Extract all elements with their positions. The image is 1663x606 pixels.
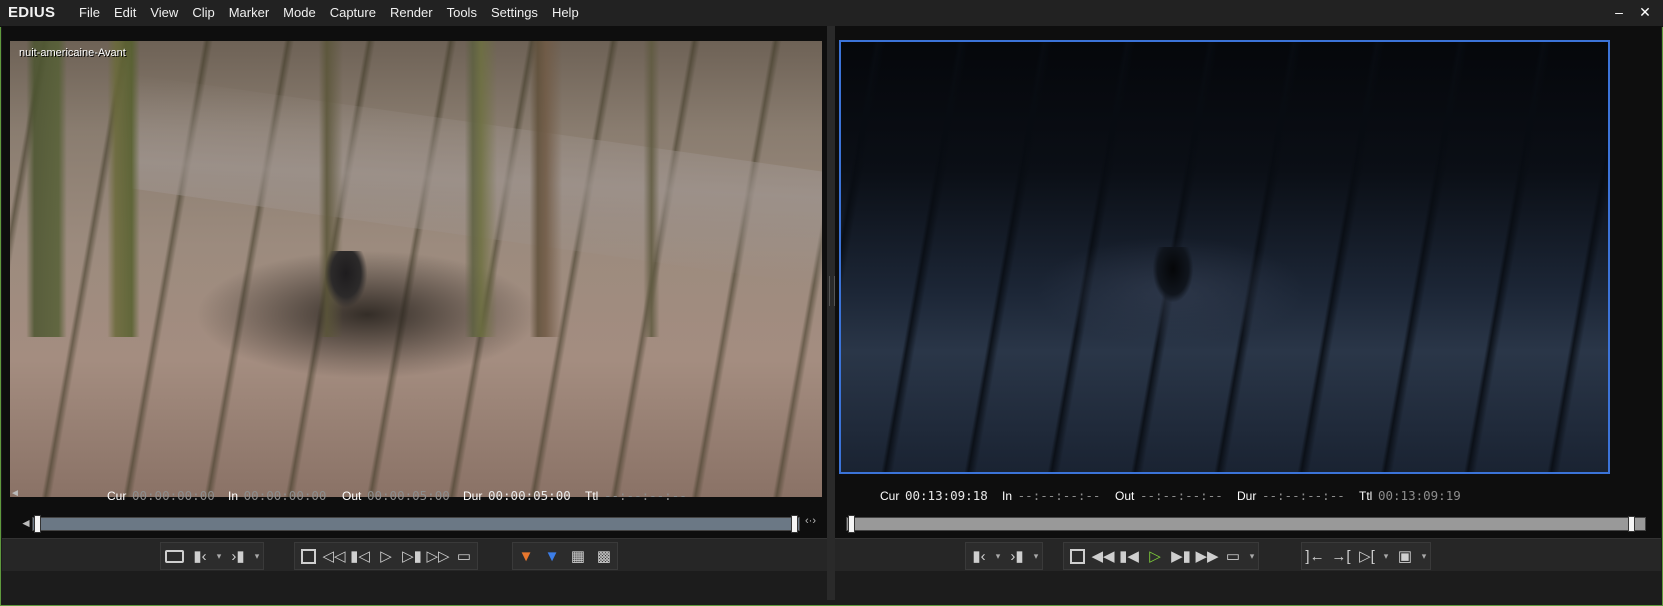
recorder-dur: Dur --:--:--:-- [1237, 488, 1345, 503]
menu-edit[interactable]: Edit [107, 0, 143, 26]
prev-edit-icon[interactable]: ]← [1302, 544, 1328, 568]
match-frame-icon[interactable]: ▩ [591, 544, 617, 568]
set-in-icon[interactable]: ▮‹ [187, 544, 213, 568]
menu-render[interactable]: Render [383, 0, 440, 26]
play-icon[interactable]: ▷ [1142, 544, 1168, 568]
recorder-timecodes: Cur 00:13:09:18 In --:--:--:-- Out --:--… [835, 486, 1661, 504]
window-controls: – ✕ [1611, 4, 1653, 21]
app-logo: EDIUS [8, 4, 56, 21]
loop-icon[interactable]: ▭ [451, 544, 477, 568]
chevron-down-icon[interactable]: ▾ [213, 544, 225, 568]
menu-mode[interactable]: Mode [276, 0, 323, 26]
player-cur: Cur 00:00:00:00 [107, 488, 215, 503]
recorder-video[interactable] [839, 40, 1610, 474]
menu-view[interactable]: View [143, 0, 185, 26]
chevron-down-icon[interactable]: ▾ [1380, 544, 1392, 568]
player-dur: Dur 00:00:05:00 [463, 488, 571, 503]
step-forward-icon[interactable]: ▷▮ [399, 544, 425, 568]
set-out-icon[interactable]: ›▮ [225, 544, 251, 568]
step-forward-icon[interactable]: ▶▮ [1168, 544, 1194, 568]
step-back-icon[interactable]: ▮◀ [1116, 544, 1142, 568]
player-timecodes: ◄ Cur 00:00:00:00 In 00:00:00:00 Out 00:… [2, 486, 827, 504]
menu-marker[interactable]: Marker [222, 0, 276, 26]
player-scrub-handle[interactable] [34, 515, 41, 533]
recorder-edit-group: ]← →[ ▷[ ▾ ▣ ▾ [1301, 542, 1431, 570]
fast-forward-icon[interactable]: ▷▷ [425, 544, 451, 568]
jog-icon[interactable]: ‹·› [805, 515, 816, 527]
menu-help[interactable]: Help [545, 0, 586, 26]
player-out: Out 00:00:05:00 [342, 488, 450, 503]
stop-icon[interactable] [1064, 544, 1090, 568]
recorder-scrub-handle[interactable] [1628, 516, 1635, 532]
menu-file[interactable]: File [72, 0, 107, 26]
player-clip-group: ▮‹ ▾ ›▮ ▾ [160, 542, 264, 570]
close-icon[interactable]: ✕ [1637, 4, 1653, 21]
stop-icon[interactable] [295, 544, 321, 568]
recorder-in: In --:--:--:-- [1002, 488, 1101, 503]
menu: File Edit View Clip Marker Mode Capture … [72, 0, 586, 26]
player-ttl: Ttl --:--:--:-- [585, 488, 687, 503]
next-edit-icon[interactable]: →[ [1328, 544, 1354, 568]
play-icon[interactable]: ▷ [373, 544, 399, 568]
menu-tools[interactable]: Tools [440, 0, 484, 26]
export-icon[interactable]: ▣ [1392, 544, 1418, 568]
player-scrub-bar[interactable]: ◄ [20, 512, 800, 533]
recorder-mark-group: ▮‹ ▾ ›▮ ▾ [965, 542, 1043, 570]
player-scrub-track[interactable] [32, 517, 800, 531]
insert-icon[interactable]: ▼ [513, 544, 539, 568]
rewind-icon[interactable]: ◁◁ [321, 544, 347, 568]
recorder-out: Out --:--:--:-- [1115, 488, 1223, 503]
recorder-scrub-track[interactable] [846, 517, 1646, 531]
menu-bar: EDIUS File Edit View Clip Marker Mode Ca… [0, 0, 1663, 27]
player-video[interactable]: nuit-americaine-Avant [10, 41, 822, 497]
recorder-ttl: Ttl 00:13:09:19 [1359, 488, 1461, 503]
set-out-icon[interactable]: ›▮ [1004, 544, 1030, 568]
step-back-icon[interactable]: ▮◁ [347, 544, 373, 568]
panel-divider[interactable] [827, 26, 835, 600]
chevron-down-icon[interactable]: ▾ [1418, 544, 1430, 568]
player-playback-group: ◁◁ ▮◁ ▷ ▷▮ ▷▷ ▭ [294, 542, 478, 570]
player-transport: ▮‹ ▾ ›▮ ▾ ◁◁ ▮◁ ▷ ▷▮ ▷▷ ▭ ▼ ▼ ▦ ▩ [2, 538, 827, 571]
chevron-down-icon[interactable]: ▾ [1246, 544, 1258, 568]
menu-capture[interactable]: Capture [323, 0, 383, 26]
chevron-down-icon[interactable]: ▾ [1030, 544, 1042, 568]
player-in: In 00:00:00:00 [228, 488, 327, 503]
player-out-handle[interactable] [791, 515, 798, 533]
recorder-panel: Cur 00:13:09:18 In --:--:--:-- Out --:--… [835, 26, 1661, 538]
recorder-scrub-start[interactable] [848, 515, 855, 533]
dog-figure [325, 251, 367, 307]
add-to-bin-icon[interactable]: ▦ [565, 544, 591, 568]
set-in-icon[interactable]: ▮‹ [966, 544, 992, 568]
recorder-transport: ▮‹ ▾ ›▮ ▾ ◀◀ ▮◀ ▷ ▶▮ ▶▶ ▭ ▾ ]← →[ ▷[ ▾ ▣… [835, 538, 1661, 571]
chevron-down-icon[interactable]: ▾ [992, 544, 1004, 568]
menu-clip[interactable]: Clip [185, 0, 221, 26]
dog-figure [1153, 247, 1193, 302]
chevron-down-icon[interactable]: ▾ [251, 544, 263, 568]
menu-settings[interactable]: Settings [484, 0, 545, 26]
marker-icon[interactable]: ◄ [10, 488, 20, 499]
cut-point-icon[interactable]: ▷[ [1354, 544, 1380, 568]
overwrite-icon[interactable]: ▼ [539, 544, 565, 568]
recorder-cur: Cur 00:13:09:18 [880, 488, 988, 503]
fast-forward-icon[interactable]: ▶▶ [1194, 544, 1220, 568]
recorder-playback-group: ◀◀ ▮◀ ▷ ▶▮ ▶▶ ▭ ▾ [1063, 542, 1259, 570]
scrub-start-icon[interactable]: ◄ [20, 516, 32, 530]
rewind-icon[interactable]: ◀◀ [1090, 544, 1116, 568]
player-panel: nuit-americaine-Avant ◄ Cur 00:00:00:00 … [2, 26, 827, 538]
loop-icon[interactable]: ▭ [1220, 544, 1246, 568]
clip-icon[interactable] [161, 544, 187, 568]
minimize-icon[interactable]: – [1611, 4, 1627, 21]
clip-name-label: nuit-americaine-Avant [19, 47, 126, 59]
recorder-scrub-bar[interactable] [846, 512, 1646, 533]
player-edit-group: ▼ ▼ ▦ ▩ [512, 542, 618, 570]
